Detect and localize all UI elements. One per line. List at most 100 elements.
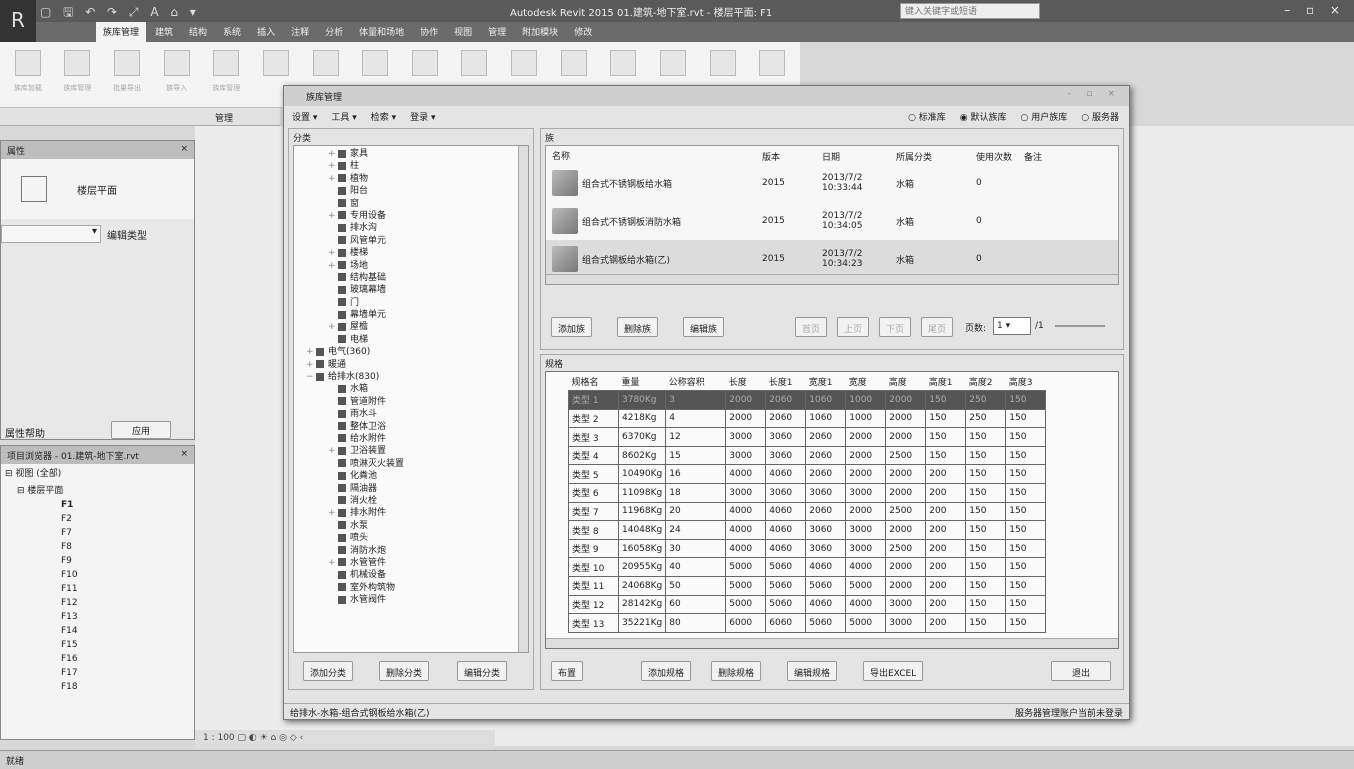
spec-cell[interactable]: 150 (925, 445, 967, 466)
spec-cell[interactable]: 3000 (845, 538, 887, 559)
spec-cell[interactable]: 4060 (765, 520, 807, 540)
spec-cell[interactable]: 40 (665, 557, 727, 578)
spec-cell[interactable]: 1000 (845, 390, 887, 410)
tree-node[interactable]: 门 (298, 297, 524, 309)
browser-level-item[interactable]: F18 (1, 680, 194, 694)
spec-row[interactable]: 类型 2 4218Kg 4 2000 2060 1060 1000 2000 150 250 150 (568, 408, 1047, 429)
ribbon-button[interactable]: 族库管理 (60, 50, 96, 99)
spec-cell[interactable]: 200 (925, 557, 967, 578)
spec-cell[interactable]: 3060 (765, 483, 807, 503)
expand-toggle-icon[interactable]: − (306, 371, 316, 383)
spec-column-header[interactable]: 规格名 (568, 372, 619, 392)
spec-cell[interactable]: 2000 (845, 464, 887, 485)
expand-toggle-icon[interactable]: + (306, 346, 316, 358)
spec-cell[interactable]: 18 (665, 483, 727, 503)
tree-node[interactable]: 隔油器 (298, 483, 524, 495)
spec-cell[interactable]: 150 (965, 501, 1007, 522)
spec-cell[interactable]: 150 (1005, 408, 1047, 429)
tree-node[interactable]: 室外构筑物 (298, 582, 524, 594)
close-icon[interactable]: × (180, 144, 188, 156)
spec-cell[interactable]: 2500 (885, 501, 927, 522)
family-column-header[interactable]: 备注 (1024, 150, 1064, 163)
spec-cell[interactable]: 6370Kg (617, 427, 667, 447)
spec-cell[interactable]: 150 (1005, 464, 1047, 485)
spec-row[interactable]: 类型 11 24068Kg 50 5000 5060 5060 5000 2000 200 150… (568, 576, 1047, 596)
family-row[interactable]: 组合式不锈钢板给水箱 2015 2013/7/2 10:33:44 水箱 0 (546, 164, 1118, 202)
dialog-toolbar-menu[interactable]: 工具 ▾ (331, 110, 356, 123)
spec-column-header[interactable]: 长度 (725, 372, 766, 392)
spec-cell[interactable]: 150 (1005, 538, 1047, 559)
family-row[interactable]: 组合式不锈钢板消防水箱 2015 2013/7/2 10:34:05 水箱 0 (546, 202, 1118, 240)
delete-category-button[interactable]: 删除分类 (379, 661, 430, 681)
spec-cell[interactable]: 2060 (805, 501, 847, 522)
expand-toggle-icon[interactable]: + (328, 160, 338, 172)
spec-cell[interactable]: 3000 (725, 445, 767, 466)
spec-cell[interactable]: 2000 (885, 390, 927, 410)
library-source-radio[interactable]: 标准库 (908, 110, 946, 123)
first-page-button[interactable]: 首页 (795, 317, 828, 337)
tree-node[interactable]: 排水沟 (298, 222, 524, 234)
spec-cell[interactable]: 5000 (725, 576, 767, 596)
spec-cell[interactable]: 1060 (805, 408, 847, 429)
spec-cell[interactable]: 150 (965, 576, 1007, 596)
browser-level-item[interactable]: F12 (1, 596, 194, 610)
spec-cell[interactable]: 10490Kg (617, 464, 667, 485)
next-page-button[interactable]: 下页 (879, 317, 912, 337)
spec-cell[interactable]: 5060 (805, 576, 847, 596)
spec-cell[interactable]: 4000 (725, 464, 767, 485)
spec-cell[interactable]: 16058Kg (617, 538, 667, 559)
spec-cell[interactable]: 3060 (765, 427, 807, 447)
spec-cell[interactable]: 5000 (725, 557, 767, 578)
spec-cell[interactable]: 5000 (725, 594, 767, 615)
spec-cell[interactable]: 类型 10 (568, 557, 619, 578)
browser-level-item[interactable]: F11 (1, 582, 194, 596)
spec-cell[interactable]: 4000 (725, 501, 767, 522)
spec-cell[interactable]: 4060 (805, 594, 847, 615)
spec-column-header[interactable]: 长度1 (765, 372, 806, 392)
spec-cell[interactable]: 4218Kg (617, 408, 667, 429)
tree-node[interactable]: 给水附件 (298, 433, 524, 445)
spec-row[interactable]: 类型 13 35221Kg 80 6000 6060 5060 5000 3000 200 150… (568, 613, 1047, 633)
spec-cell[interactable]: 2060 (805, 445, 847, 466)
spec-cell[interactable]: 200 (925, 576, 967, 596)
expand-toggle-icon[interactable]: + (328, 321, 338, 333)
ribbon-button[interactable]: 批量导出 (109, 50, 145, 99)
place-button[interactable]: 布置 (551, 661, 584, 681)
spec-table[interactable]: 规格名 重量 公称容积 长度 长度1 宽度1 宽度 高度 高度1 高度2 高度3 类型 1 3780Kg… (568, 372, 1047, 633)
spec-cell[interactable]: 150 (1005, 594, 1047, 615)
browser-level-item[interactable]: F10 (1, 568, 194, 582)
spec-cell[interactable]: 5000 (845, 613, 887, 633)
tree-node[interactable]: + 卫浴装置 (298, 445, 524, 457)
edit-category-button[interactable]: 编辑分类 (457, 661, 508, 681)
spec-cell[interactable]: 150 (965, 464, 1007, 485)
browser-level-item[interactable]: F7 (1, 526, 194, 540)
spec-table-container[interactable]: 规格名 重量 公称容积 长度 长度1 宽度1 宽度 高度 高度1 高度2 高度3 类型 1 3780Kg… (545, 371, 1119, 649)
page-select[interactable]: 1 ▾ (993, 317, 1031, 335)
spec-cell[interactable]: 15 (665, 445, 727, 466)
expand-toggle-icon[interactable]: + (328, 173, 338, 185)
spec-cell[interactable]: 4060 (765, 501, 807, 522)
spec-cell[interactable]: 类型 4 (568, 445, 619, 466)
spec-cell[interactable]: 200 (925, 483, 967, 503)
quick-access-toolbar[interactable]: ▢ 🖫 ↶ ↷ ⤢ A ⌂ ▾ (40, 3, 200, 24)
browser-level-item[interactable]: F16 (1, 652, 194, 666)
spec-cell[interactable]: 4000 (845, 557, 887, 578)
expand-toggle-icon[interactable]: + (306, 359, 316, 371)
tree-node[interactable]: + 暖通 (298, 359, 524, 371)
spec-cell[interactable]: 2060 (805, 427, 847, 447)
spec-cell[interactable]: 12 (665, 427, 727, 447)
browser-level-item[interactable]: F2 (1, 512, 194, 526)
spec-row[interactable]: 类型 7 11968Kg 20 4000 4060 2060 2000 2500 200 150 1… (568, 501, 1047, 522)
spec-cell[interactable]: 5060 (765, 576, 807, 596)
spec-cell[interactable]: 28142Kg (617, 594, 667, 615)
spec-cell[interactable]: 80 (665, 613, 727, 633)
spec-cell[interactable]: 3780Kg (617, 390, 667, 410)
add-category-button[interactable]: 添加分类 (303, 661, 354, 681)
browser-level-item[interactable]: F15 (1, 638, 194, 652)
spec-cell[interactable]: 类型 8 (568, 520, 619, 540)
help-search-input[interactable] (900, 3, 1040, 19)
spec-cell[interactable]: 类型 2 (568, 408, 619, 429)
tree-node[interactable]: 整体卫浴 (298, 421, 524, 433)
tree-node[interactable]: + 电气(360) (298, 346, 524, 358)
spec-cell[interactable]: 200 (925, 501, 967, 522)
